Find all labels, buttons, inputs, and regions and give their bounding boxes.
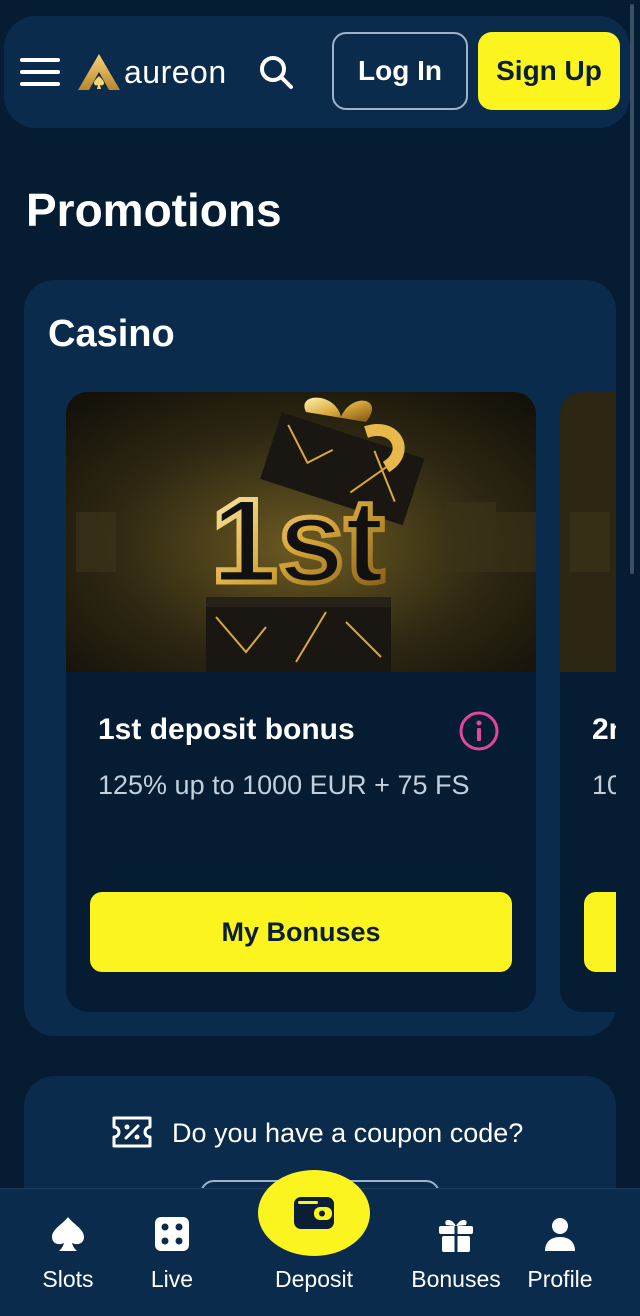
card-subtitle: 10 — [592, 770, 616, 800]
card-title: 2n — [592, 713, 616, 746]
coupon-prompt: Do you have a coupon code? — [172, 1118, 524, 1148]
nav-live[interactable]: Live — [132, 1189, 212, 1316]
coupon-icon — [112, 1116, 152, 1148]
deposit-button[interactable] — [258, 1170, 370, 1256]
signup-button[interactable]: Sign Up — [478, 32, 620, 110]
aureon-logo-icon[interactable] — [76, 52, 122, 92]
spade-icon — [52, 1217, 84, 1251]
promo-image-text: 1st — [211, 474, 384, 608]
top-header: aureon Log In Sign Up — [4, 16, 630, 128]
dice-icon — [155, 1217, 189, 1251]
section-title: Casino — [48, 313, 175, 355]
nav-profile[interactable]: Profile — [520, 1189, 600, 1316]
promo-card-2nd-deposit[interactable]: 2n 10 — [560, 392, 616, 1012]
nav-label: Slots — [42, 1266, 94, 1292]
nav-label: Bonuses — [411, 1266, 501, 1292]
wallet-icon — [294, 1197, 334, 1229]
my-bonuses-button[interactable]: My Bonuses — [90, 892, 512, 972]
page-title: Promotions — [26, 184, 282, 236]
page-scrollbar[interactable] — [630, 4, 634, 574]
menu-icon[interactable] — [20, 56, 60, 88]
card-title: 1st deposit bonus — [98, 713, 355, 746]
promo-image: 1st — [66, 392, 536, 672]
nav-label: Live — [150, 1266, 194, 1292]
nav-bonuses[interactable]: Bonuses — [404, 1189, 508, 1316]
nav-label-deposit[interactable]: Deposit — [250, 1265, 378, 1293]
nav-label: Profile — [527, 1266, 593, 1292]
card-button[interactable] — [584, 892, 616, 972]
gift-icon — [439, 1219, 473, 1252]
login-button[interactable]: Log In — [332, 32, 468, 110]
nav-slots[interactable]: Slots — [28, 1189, 108, 1316]
search-icon[interactable] — [258, 54, 294, 90]
promo-image — [560, 392, 616, 672]
info-icon[interactable] — [458, 710, 500, 752]
user-icon — [545, 1218, 575, 1251]
casino-section: Casino 1st 1st deposit bonus 125% up to … — [24, 280, 616, 1036]
card-subtitle: 125% up to 1000 EUR + 75 FS — [98, 770, 470, 800]
promo-card-1st-deposit[interactable]: 1st 1st deposit bonus 125% up to 1000 EU… — [66, 392, 536, 1012]
brand-name[interactable]: aureon — [124, 52, 227, 92]
